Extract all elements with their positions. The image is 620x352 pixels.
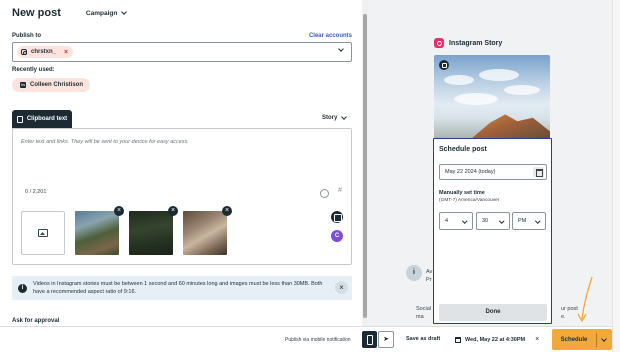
- hour-select[interactable]: 4: [439, 212, 473, 230]
- media-thumbnail[interactable]: ×: [183, 206, 232, 255]
- remove-media-icon[interactable]: ×: [114, 206, 124, 216]
- preview-info-text: Av Pr: [426, 269, 433, 283]
- cloud: [479, 69, 519, 81]
- calendar-icon[interactable]: [533, 167, 544, 177]
- selected-account-chip: chrstxn_ ×: [17, 46, 74, 58]
- hashtag-icon[interactable]: #: [335, 187, 345, 198]
- emoji-icon[interactable]: [320, 189, 329, 198]
- info-icon: [406, 265, 422, 281]
- chevron-down-icon[interactable]: [601, 335, 607, 342]
- add-media-button[interactable]: [21, 211, 65, 255]
- chevron-down-icon: [534, 218, 540, 224]
- clear-date-icon[interactable]: ×: [535, 336, 539, 343]
- scrollbar-thumb[interactable]: [363, 14, 367, 318]
- ampm-select[interactable]: PM: [512, 212, 546, 230]
- remove-account-icon[interactable]: ×: [64, 49, 68, 56]
- instagram-icon: [21, 49, 27, 55]
- scheduled-date: Wed, May 22 at 4:30PM: [465, 336, 526, 343]
- post-composer: Enter text and links. They will be sent …: [12, 128, 352, 265]
- publish-to-selector[interactable]: chrstxn_ ×: [12, 42, 352, 62]
- date-field[interactable]: May 22 2024 (today): [439, 164, 547, 180]
- hour-value: 4: [445, 218, 449, 224]
- approval-label: Ask for approval: [12, 318, 60, 324]
- preview-network-title: Instagram Story: [434, 38, 502, 48]
- chevron-down-icon: [121, 9, 128, 15]
- cloud: [504, 85, 540, 95]
- page-title: New post: [12, 7, 61, 19]
- info-icon: i: [18, 283, 27, 293]
- post-editor: New post Campaign Publish to Clear accou…: [0, 0, 362, 326]
- divider: [596, 332, 597, 347]
- remove-media-icon[interactable]: ×: [168, 206, 178, 216]
- timezone-label: (GMT-7) America/Vancouver: [439, 198, 500, 203]
- clipboard-icon: [16, 115, 23, 123]
- character-count: 0 / 2,201: [25, 189, 47, 195]
- mobile-notification-label: Publish via mobile notification: [285, 337, 351, 343]
- media-row: × × ×: [21, 206, 232, 257]
- bottom-action-bar: Publish via mobile notification ➤ Save a…: [0, 326, 612, 352]
- calendar-icon: [455, 336, 461, 343]
- schedule-post-popup: Schedule post May 22 2024 (today) Manual…: [433, 138, 552, 324]
- clear-accounts-link[interactable]: Clear accounts: [309, 33, 352, 39]
- recent-account-chip[interactable]: in Colleen Christison: [12, 78, 91, 92]
- cloud: [454, 93, 498, 105]
- popup-title: Schedule post: [439, 146, 487, 153]
- canva-button[interactable]: C: [331, 230, 343, 242]
- scheduled-date-chip[interactable]: Wed, May 22 at 4:30PM ×: [455, 336, 539, 343]
- chevron-down-icon[interactable]: [338, 46, 344, 52]
- recently-used-label: Recently used:: [12, 67, 55, 73]
- date-value: May 22 2024 (today): [445, 169, 496, 175]
- post-type-label: Story: [322, 115, 338, 121]
- minute-value: 30: [482, 218, 489, 224]
- done-button[interactable]: Done: [439, 304, 547, 321]
- preview-title-label: Instagram Story: [449, 39, 503, 47]
- instagram-icon: [439, 60, 449, 70]
- info-banner: i Videos in Instagram stories must be be…: [12, 276, 352, 300]
- mobile-notification-toggle[interactable]: [362, 331, 377, 348]
- tab-clipboard-text[interactable]: Clipboard text: [12, 110, 72, 128]
- header: New post Campaign: [12, 6, 352, 20]
- schedule-label: Schedule: [560, 336, 588, 343]
- preview-social-text: Social ma: [416, 306, 431, 320]
- annotation-arrow-icon: [577, 276, 593, 323]
- recent-account-name: Colleen Christison: [30, 82, 84, 88]
- close-icon[interactable]: ×: [335, 281, 348, 294]
- chevron-down-icon: [461, 218, 467, 224]
- account-name: chrstxn_: [31, 49, 57, 55]
- campaign-label: Campaign: [85, 9, 118, 17]
- chevron-down-icon: [341, 114, 348, 120]
- media-thumbnail[interactable]: ×: [75, 206, 124, 255]
- post-type-dropdown[interactable]: Story: [322, 114, 348, 121]
- media-thumbnail[interactable]: ×: [129, 206, 178, 255]
- tab-label: Clipboard text: [26, 116, 68, 122]
- publish-to-label: Publish to: [12, 33, 41, 39]
- save-draft-button[interactable]: Save as draft: [406, 336, 440, 342]
- campaign-dropdown[interactable]: Campaign: [85, 9, 128, 17]
- manual-time-label: Manually set time: [439, 190, 485, 196]
- text-input[interactable]: Enter text and links. They will be sent …: [21, 139, 189, 145]
- minute-select[interactable]: 30: [476, 212, 510, 230]
- cloud: [444, 75, 474, 85]
- ampm-value: PM: [518, 218, 527, 224]
- remove-media-icon[interactable]: ×: [222, 206, 232, 216]
- chevron-down-icon: [498, 218, 504, 224]
- direct-publish-toggle[interactable]: ➤: [378, 331, 394, 348]
- story-preview-image: [434, 55, 550, 145]
- instagram-icon: [434, 38, 444, 48]
- image-icon: [38, 229, 48, 237]
- info-banner-text: Videos in Instagram stories must be betw…: [33, 281, 323, 295]
- window-edge: [612, 0, 620, 352]
- media-library-icon[interactable]: [331, 211, 343, 223]
- schedule-button[interactable]: Schedule: [552, 329, 612, 350]
- linkedin-icon: in: [20, 82, 26, 88]
